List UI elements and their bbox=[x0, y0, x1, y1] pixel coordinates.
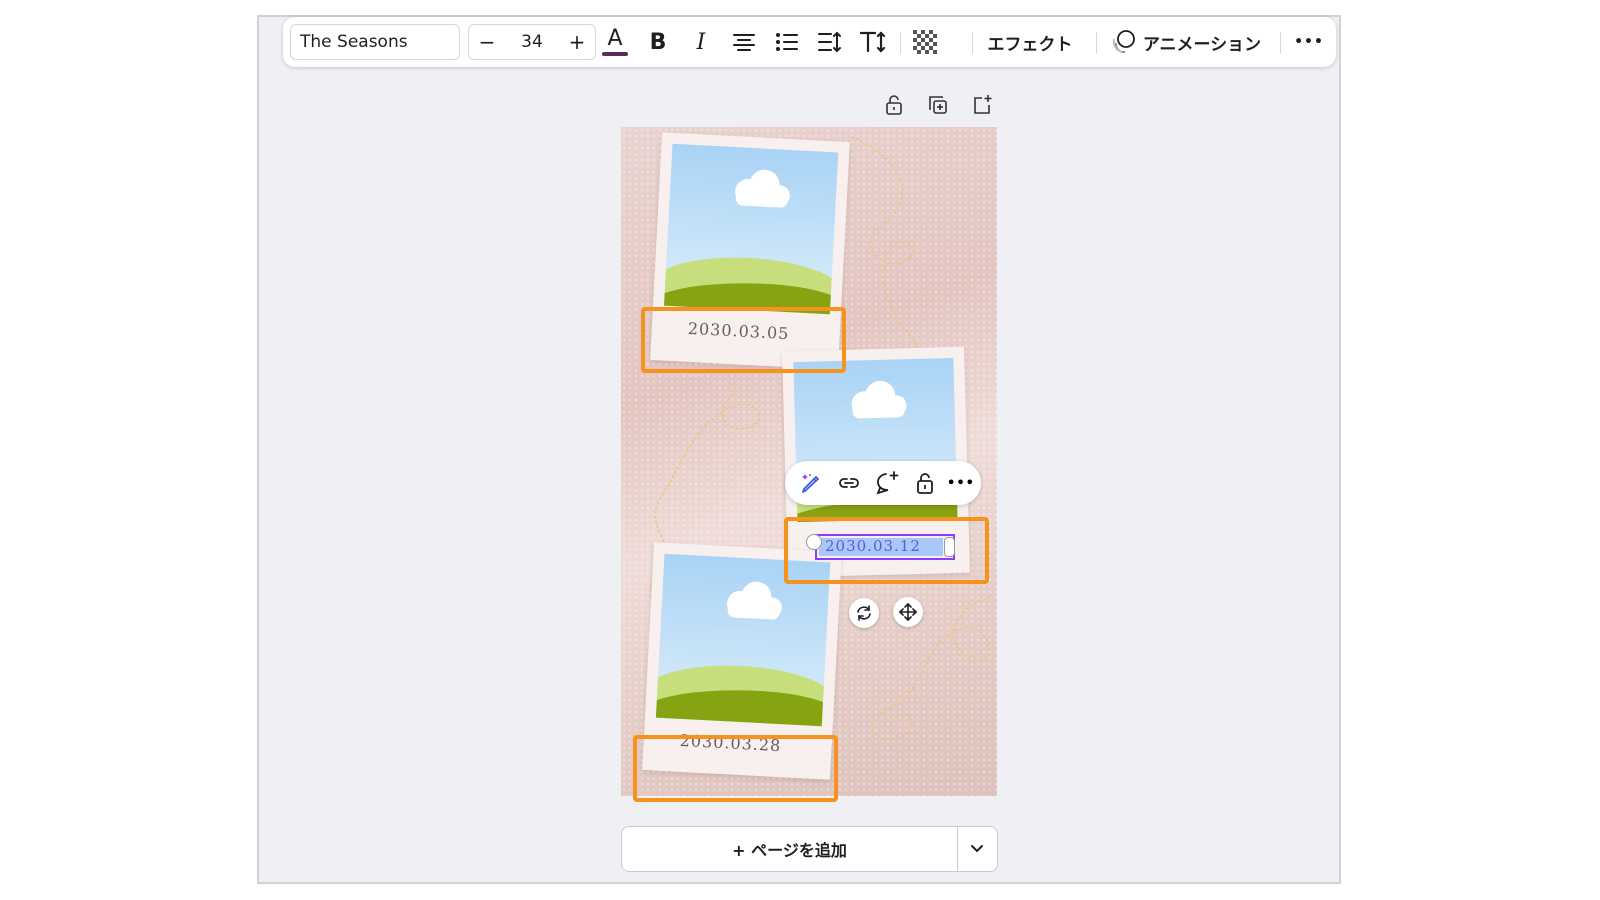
unlock-icon bbox=[886, 95, 902, 115]
add-page-button[interactable]: + ページを追加 bbox=[622, 827, 958, 871]
text-color-icon: A bbox=[607, 26, 623, 51]
spacing-button[interactable] bbox=[815, 27, 845, 57]
highlight-box-3 bbox=[633, 735, 838, 802]
lock-element-button[interactable] bbox=[911, 469, 939, 497]
highlight-box-1 bbox=[641, 307, 846, 373]
element-floating-toolbar: ••• bbox=[785, 461, 981, 505]
date-label-2[interactable]: 2030.03.12 bbox=[825, 537, 921, 555]
text-size-adjust-button[interactable] bbox=[858, 27, 888, 57]
bullet-list-button[interactable] bbox=[772, 27, 802, 57]
toolbar-divider bbox=[1096, 32, 1097, 54]
text-toolbar: The Seasons − 34 + A B I エフェクト アニメーション •… bbox=[283, 17, 1336, 67]
decrease-font-size-button[interactable]: − bbox=[469, 25, 505, 59]
rotate-button[interactable] bbox=[849, 598, 879, 628]
italic-button[interactable]: I bbox=[686, 27, 716, 57]
selected-date-text[interactable]: 2030.03.12 bbox=[815, 534, 955, 560]
element-more-button[interactable]: ••• bbox=[947, 469, 975, 497]
font-family-selector[interactable]: The Seasons bbox=[290, 24, 460, 60]
resize-handle-left[interactable] bbox=[806, 534, 822, 550]
link-icon bbox=[839, 478, 859, 488]
add-page-icon bbox=[974, 95, 992, 114]
align-center-icon bbox=[733, 34, 755, 51]
text-color-button[interactable]: A bbox=[600, 25, 630, 59]
transparency-icon bbox=[913, 30, 937, 54]
move-button[interactable] bbox=[893, 597, 923, 627]
magic-pencil-icon bbox=[802, 474, 819, 493]
lock-icon bbox=[917, 473, 933, 494]
duplicate-icon bbox=[929, 96, 947, 114]
resize-handle-right[interactable] bbox=[944, 537, 955, 557]
text-color-swatch bbox=[602, 52, 628, 56]
increase-font-size-button[interactable]: + bbox=[559, 25, 595, 59]
photo-placeholder-1[interactable] bbox=[664, 143, 839, 315]
magic-edit-button[interactable] bbox=[797, 469, 825, 497]
effects-button[interactable]: エフェクト bbox=[984, 27, 1076, 57]
transparency-button[interactable] bbox=[910, 27, 940, 57]
animation-label: アニメーション bbox=[1142, 34, 1262, 55]
link-button[interactable] bbox=[835, 469, 863, 497]
chevron-down-icon bbox=[971, 845, 983, 853]
comment-add-icon bbox=[876, 471, 899, 495]
toolbar-divider bbox=[972, 32, 973, 54]
add-page-dropdown-button[interactable] bbox=[957, 827, 997, 871]
bullet-list-icon bbox=[776, 33, 798, 51]
add-page-icon-button[interactable] bbox=[970, 93, 994, 117]
text-height-icon bbox=[859, 31, 886, 53]
font-size-input[interactable]: 34 bbox=[521, 32, 543, 52]
cloud-icon bbox=[735, 169, 790, 208]
animation-button[interactable]: アニメーション bbox=[1106, 27, 1266, 57]
bold-button[interactable]: B bbox=[643, 27, 673, 57]
animation-icon bbox=[1112, 30, 1135, 53]
toolbar-divider bbox=[900, 32, 901, 54]
align-center-button[interactable] bbox=[729, 27, 759, 57]
move-arrows-icon bbox=[899, 603, 917, 621]
more-options-button[interactable]: ••• bbox=[1293, 27, 1325, 57]
add-page-control: + ページを追加 bbox=[621, 826, 998, 872]
font-size-stepper: − 34 + bbox=[468, 24, 596, 60]
duplicate-page-button[interactable] bbox=[926, 93, 950, 117]
lock-page-button[interactable] bbox=[882, 93, 906, 117]
line-spacing-icon bbox=[818, 31, 841, 53]
cloud-icon bbox=[851, 380, 907, 419]
cloud-icon bbox=[726, 581, 782, 620]
toolbar-divider bbox=[1280, 32, 1281, 54]
rotate-icon bbox=[857, 605, 871, 621]
add-comment-button[interactable] bbox=[873, 469, 901, 497]
